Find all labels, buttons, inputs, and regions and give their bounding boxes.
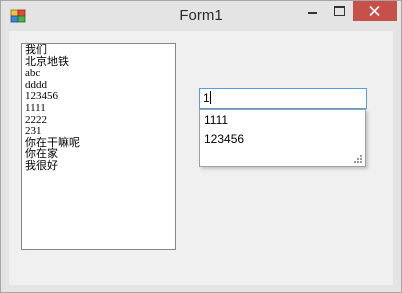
autocomplete-option[interactable]: 123456: [200, 130, 365, 149]
list-item[interactable]: 1111: [25, 102, 172, 115]
maximize-icon: [334, 6, 345, 16]
list-item[interactable]: 北京地铁: [25, 56, 172, 69]
autocomplete-dropdown[interactable]: 1111 123456: [199, 109, 366, 167]
form1-window: Form1 我们 北京地铁 abc dddd 123456 1111 2222 …: [0, 0, 402, 293]
form-client-area: 我们 北京地铁 abc dddd 123456 1111 2222 231 你在…: [9, 31, 393, 285]
list-item[interactable]: 我很好: [25, 160, 172, 173]
close-icon: [369, 6, 380, 16]
list-item[interactable]: 2222: [25, 114, 172, 127]
maximize-button[interactable]: [327, 1, 353, 21]
minimize-button[interactable]: [297, 1, 327, 21]
list-item[interactable]: 231: [25, 126, 172, 138]
autocomplete-option[interactable]: 1111: [200, 111, 365, 130]
close-button[interactable]: [353, 1, 397, 21]
list-item[interactable]: 我们: [25, 44, 172, 57]
textbox-value: 1: [203, 91, 210, 105]
list-item[interactable]: 123456: [25, 91, 172, 103]
autocomplete-textbox[interactable]: 1: [199, 88, 367, 109]
list-item[interactable]: abc: [25, 68, 172, 80]
text-caret: [209, 91, 211, 104]
resize-grip-icon[interactable]: [353, 154, 363, 164]
listbox[interactable]: 我们 北京地铁 abc dddd 123456 1111 2222 231 你在…: [21, 43, 176, 250]
minimize-icon: [308, 12, 317, 14]
title-bar[interactable]: Form1: [1, 1, 401, 30]
